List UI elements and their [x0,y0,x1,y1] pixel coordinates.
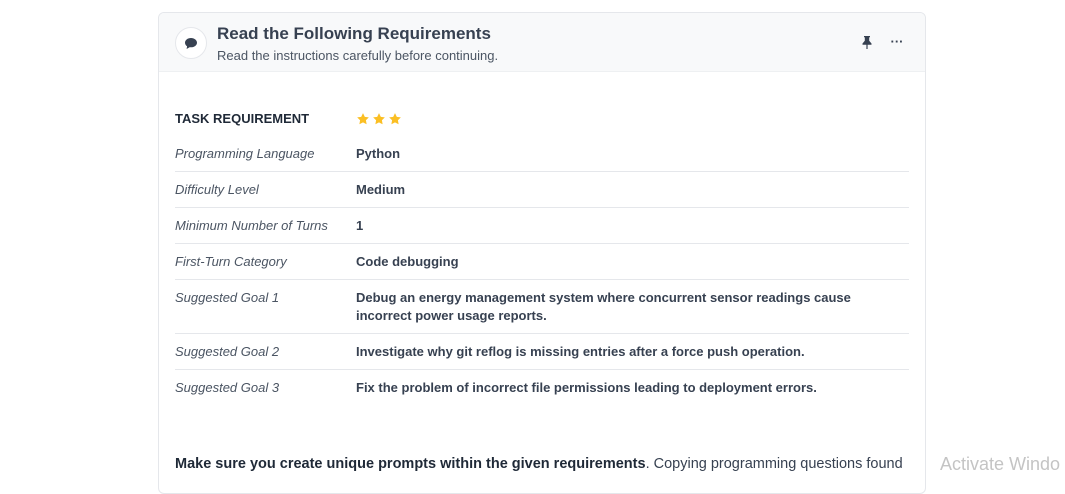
notice-bold: Make sure you create unique prompts with… [175,456,646,472]
star-rating [356,110,909,126]
requirements-card: Read the Following Requirements Read the… [158,12,926,494]
task-requirement-heading: TASK REQUIREMENT [175,111,310,126]
row-value: Code debugging [356,254,459,269]
row-label: First-Turn Category [175,254,287,269]
chat-bubble-icon [175,27,207,59]
notice-rest: . Copying programming questions found [645,456,903,472]
page-subtitle: Read the instructions carefully before c… [217,48,499,63]
star-icon [357,113,369,125]
row-label: Suggested Goal 2 [175,344,280,359]
row-label: Suggested Goal 1 [175,290,280,305]
row-value: Python [356,146,401,161]
star-icon [373,113,385,125]
row-value: Debug an energy management system where … [356,290,851,323]
table-row: Suggested Goal 1 Debug an energy managem… [175,280,909,334]
table-header-row: TASK REQUIREMENT [175,101,909,136]
row-label: Minimum Number of Turns [175,218,328,233]
rating-cell [356,101,909,136]
row-value: Investigate why git reflog is missing en… [356,344,805,359]
card-header: Read the Following Requirements Read the… [159,13,925,72]
pin-icon [862,35,872,49]
row-label: Difficulty Level [175,182,259,197]
table-row: Minimum Number of Turns 1 [175,208,909,244]
page-title: Read the Following Requirements [217,24,491,43]
row-value: 1 [356,218,364,233]
table-row: First-Turn Category Code debugging [175,244,909,280]
star-icon [389,113,401,125]
table-row: Difficulty Level Medium [175,172,909,208]
row-value: Fix the problem of incorrect file permis… [356,380,817,395]
more-icon: ··· [890,33,904,49]
row-value: Medium [356,182,406,197]
requirements-table: TASK REQUIREMENT Programming Language Py… [175,101,909,405]
pin-button[interactable] [859,34,875,50]
row-label: Programming Language [175,146,315,161]
table-row: Suggested Goal 2 Investigate why git ref… [175,334,909,370]
row-label: Suggested Goal 3 [175,380,280,395]
table-row: Programming Language Python [175,136,909,172]
table-row: Suggested Goal 3 Fix the problem of inco… [175,370,909,406]
activation-watermark: Activate Windo [940,454,1061,474]
uniqueness-notice: Make sure you create unique prompts with… [175,456,903,472]
more-options-button[interactable]: ··· [887,32,907,50]
